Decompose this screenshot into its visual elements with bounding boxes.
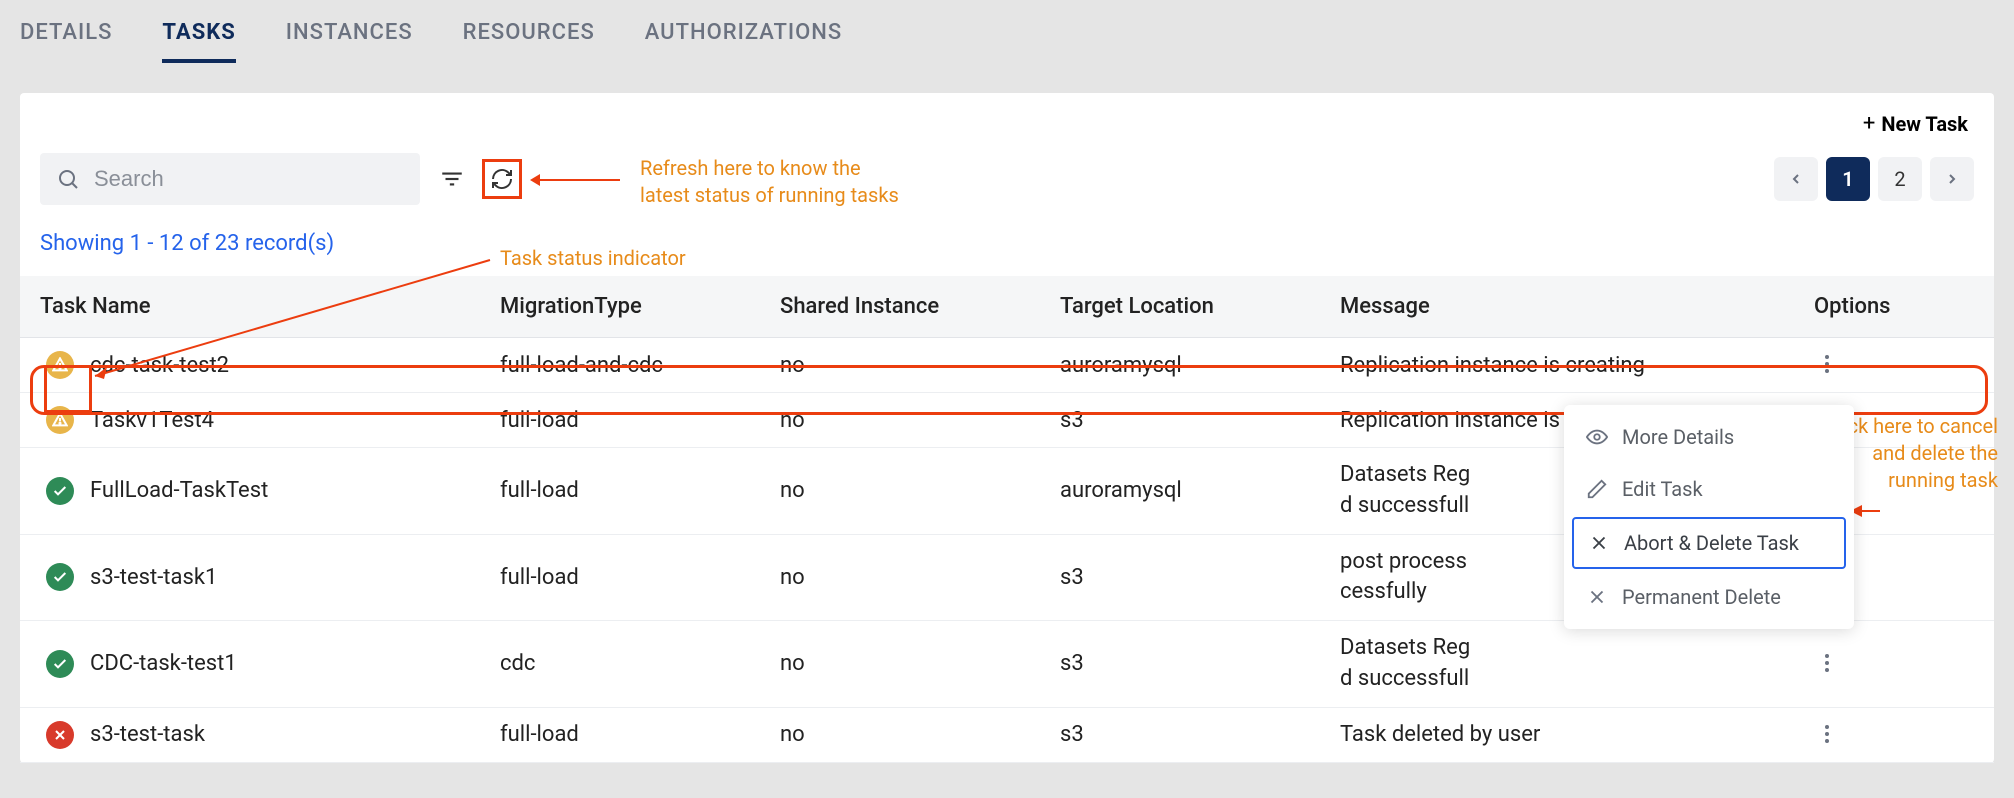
cell-target: auroramysql [1040, 448, 1320, 535]
col-header-migration[interactable]: MigrationType [480, 276, 760, 338]
cell-migration: full-load [480, 707, 760, 762]
menu-edit-task[interactable]: Edit Task [1564, 463, 1854, 515]
search-input[interactable] [94, 166, 404, 192]
cell-migration: full-load [480, 393, 760, 448]
task-name: CDC-task-test1 [90, 651, 237, 676]
tab-bar: DETAILS TASKS INSTANCES RESOURCES AUTHOR… [0, 0, 2014, 63]
tasks-panel: + New Task [20, 93, 1994, 763]
page-2-button[interactable]: 2 [1878, 157, 1922, 201]
col-header-shared[interactable]: Shared Instance [760, 276, 1040, 338]
cell-migration: full-load [480, 534, 760, 621]
cell-message: Task deleted by user [1320, 707, 1794, 762]
pagination: 1 2 [1774, 157, 1974, 201]
table-row[interactable]: CDC-task-test1 cdcnos3Datasets Regd succe… [20, 621, 1994, 708]
row-options-button[interactable] [1814, 350, 1840, 378]
cell-shared: no [760, 534, 1040, 621]
cell-migration: full-load-and-cdc [480, 338, 760, 393]
cell-target: s3 [1040, 707, 1320, 762]
status-warn-icon [46, 406, 74, 434]
search-icon [56, 159, 80, 199]
task-name: s3-test-task [90, 722, 205, 747]
tab-authorizations[interactable]: AUTHORIZATIONS [645, 20, 842, 59]
cell-message: Replication instance is creating [1320, 338, 1794, 393]
record-count-label: Showing 1 - 12 of 23 record(s) [20, 205, 1994, 256]
cell-migration: full-load [480, 448, 760, 535]
cell-message: Datasets Regd successfull [1320, 621, 1794, 708]
filter-button[interactable] [432, 159, 472, 199]
cell-target: s3 [1040, 534, 1320, 621]
row-options-button[interactable] [1814, 649, 1840, 677]
menu-permanent-delete[interactable]: Permanent Delete [1564, 571, 1854, 623]
cell-target: s3 [1040, 393, 1320, 448]
status-ok-icon [46, 563, 74, 591]
task-name: s3-test-task1 [90, 565, 217, 590]
cell-target: auroramysql [1040, 338, 1320, 393]
refresh-button[interactable] [482, 159, 522, 199]
status-ok-icon [46, 477, 74, 505]
options-context-menu: More Details Edit Task Abort & Delete Ta… [1564, 405, 1854, 629]
row-options-button[interactable] [1814, 720, 1840, 748]
col-header-target[interactable]: Target Location [1040, 276, 1320, 338]
page-1-button[interactable]: 1 [1826, 157, 1870, 201]
menu-edit-task-label: Edit Task [1622, 477, 1703, 501]
task-name: Taskv1Test4 [90, 408, 214, 433]
cell-shared: no [760, 707, 1040, 762]
task-name: FullLoad-TaskTest [90, 478, 268, 503]
col-header-message[interactable]: Message [1320, 276, 1794, 338]
cell-migration: cdc [480, 621, 760, 708]
tab-tasks[interactable]: TASKS [162, 20, 235, 63]
cell-shared: no [760, 448, 1040, 535]
menu-more-details[interactable]: More Details [1564, 411, 1854, 463]
page-next-button[interactable] [1930, 157, 1974, 201]
cell-shared: no [760, 621, 1040, 708]
task-name: cdc-task-test2 [90, 353, 229, 378]
tab-details[interactable]: DETAILS [20, 20, 112, 59]
table-row[interactable]: s3-test-task full-loadnos3Task deleted by… [20, 707, 1994, 762]
status-warn-icon [46, 351, 74, 379]
col-header-name[interactable]: Task Name [20, 276, 480, 338]
cell-shared: no [760, 393, 1040, 448]
status-error-icon [46, 721, 74, 749]
tab-resources[interactable]: RESOURCES [463, 20, 595, 59]
tab-instances[interactable]: INSTANCES [286, 20, 413, 59]
cell-target: s3 [1040, 621, 1320, 708]
menu-more-details-label: More Details [1622, 425, 1734, 449]
menu-abort-delete[interactable]: Abort & Delete Task [1572, 517, 1846, 569]
search-field-wrapper [40, 153, 420, 205]
menu-permanent-delete-label: Permanent Delete [1622, 585, 1781, 609]
table-row[interactable]: cdc-task-test2 full-load-and-cdcnoauroram… [20, 338, 1994, 393]
page-prev-button[interactable] [1774, 157, 1818, 201]
menu-abort-delete-label: Abort & Delete Task [1624, 531, 1799, 555]
cell-shared: no [760, 338, 1040, 393]
status-ok-icon [46, 650, 74, 678]
col-header-options: Options [1794, 276, 1994, 338]
